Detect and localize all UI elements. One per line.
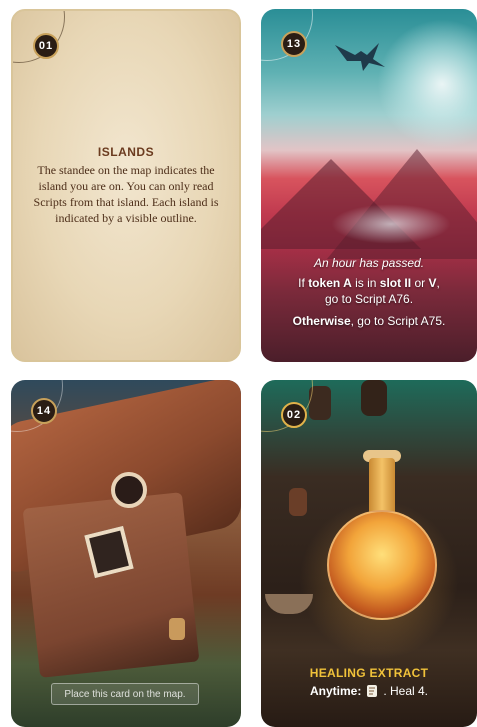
card-number-badge: 01: [33, 33, 59, 59]
card-islands[interactable]: 01 ISLANDS The standee on the map indica…: [11, 9, 241, 362]
lamp-icon: [169, 618, 185, 640]
otherwise-text: Otherwise, go to Script A75.: [269, 313, 469, 329]
card-number-badge: 02: [281, 402, 307, 428]
condition-result: go to Script A76.: [324, 292, 414, 306]
card-item-text: HEALING EXTRACT Anytime: . Heal 4.: [261, 666, 477, 698]
cond-is-in: is in: [351, 276, 380, 290]
item-effect: Anytime: . Heal 4.: [261, 684, 477, 698]
card-script-text: An hour has passed. If token A is in slo…: [269, 255, 469, 329]
river-glow: [331, 204, 451, 244]
otherwise-label: Otherwise: [292, 314, 351, 328]
item-title: HEALING EXTRACT: [309, 666, 429, 680]
card-number-badge: 13: [281, 31, 307, 57]
cond-token: token A: [308, 276, 352, 290]
card-title: ISLANDS: [97, 145, 155, 159]
cond-slot: slot II: [379, 276, 412, 290]
card-script-13[interactable]: 13 An hour has passed. If token A is in …: [261, 9, 477, 362]
otherwise-rest: , go to Script A75.: [350, 314, 446, 328]
place-card-placeholder: Place this card on the map.: [51, 683, 199, 705]
card-item-healing-extract[interactable]: 02 HEALING EXTRACT Anytime: . Heal 4.: [261, 380, 477, 727]
cond-end: ,: [436, 276, 440, 290]
flask-neck: [369, 458, 395, 518]
card-location-14[interactable]: 14 Place this card on the map.: [11, 380, 241, 727]
round-window: [111, 472, 147, 508]
item-timing: Anytime:: [309, 684, 362, 698]
item-effect-text: . Heal 4.: [383, 684, 429, 698]
card-rules-text: The standee on the map indicates the isl…: [33, 163, 219, 225]
cond-or: or: [411, 276, 429, 290]
intro-text: An hour has passed.: [313, 256, 425, 270]
small-flask-icon: [289, 488, 307, 516]
dragon-icon: [335, 43, 385, 71]
condition-text: If token A is in slot II or V,: [269, 275, 469, 291]
cond-if: If: [298, 276, 309, 290]
scroll-icon: [367, 685, 378, 697]
potion-flask-icon: [327, 510, 437, 620]
bottle-icon: [361, 380, 387, 416]
house-wall: [22, 492, 200, 678]
card-number-badge: 14: [31, 398, 57, 424]
